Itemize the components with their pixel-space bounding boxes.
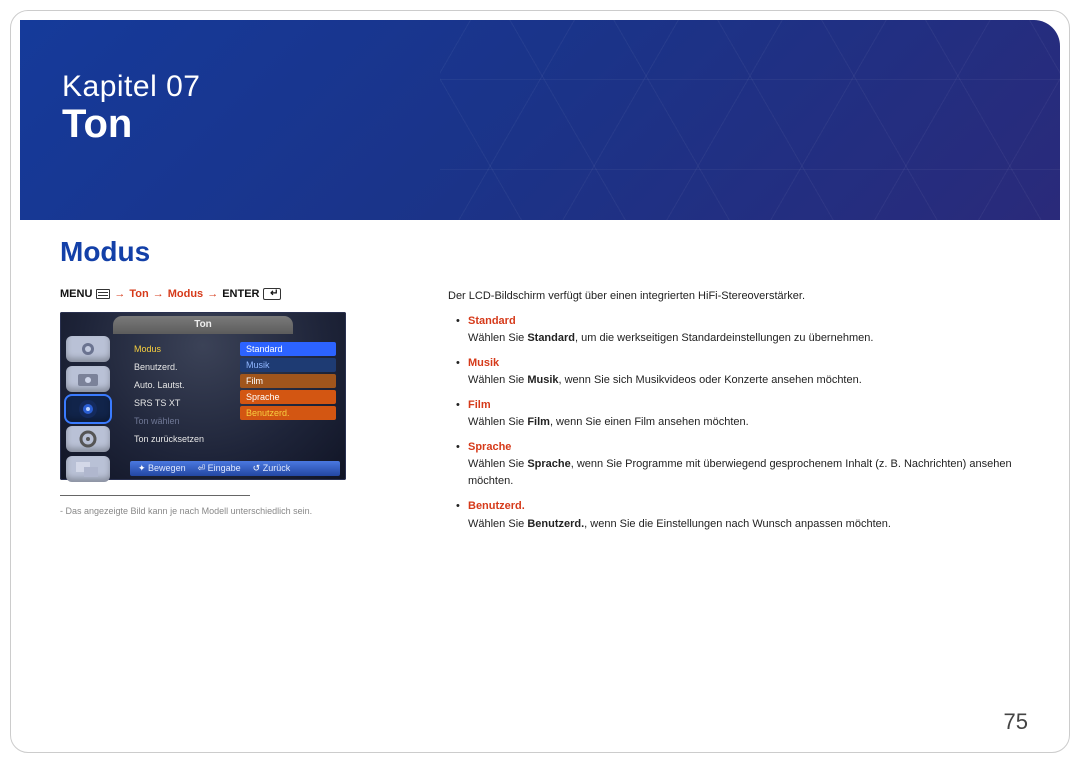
input-icon (66, 366, 110, 392)
item-label: Benutzerd. (468, 500, 525, 512)
osd-row-srs: SRS TS XT (130, 396, 234, 410)
chapter-number: Kapitel 07 (62, 70, 200, 104)
multi-icon (66, 456, 110, 482)
osd-value-list: Standard Musik Film Sprache Benutzerd. (240, 342, 336, 420)
item-musik: Musik Wählen Sie Musik, wenn Sie sich Mu… (448, 355, 1020, 389)
breadcrumb-arrow: → (207, 288, 218, 300)
item-body: Wählen Sie Film, wenn Sie einen Film ans… (468, 414, 1020, 431)
osd-val-benutzerd: Benutzerd. (240, 406, 336, 420)
osd-sidebar (66, 336, 118, 482)
content-column: Der LCD-Bildschirm verfügt über einen in… (448, 288, 1020, 541)
osd-row-tonwaehlen: Ton wählen (130, 414, 234, 428)
breadcrumb-arrow: → (114, 288, 125, 300)
footnote: - Das angezeigte Bild kann je nach Model… (60, 506, 360, 516)
item-benutzerd: Benutzerd. Wählen Sie Benutzerd., wenn S… (448, 498, 1020, 532)
hero-background-pattern (440, 20, 1060, 220)
item-label: Standard (468, 315, 516, 327)
osd-val-musik: Musik (240, 358, 336, 372)
item-sprache: Sprache Wählen Sie Sprache, wenn Sie Pro… (448, 439, 1020, 490)
breadcrumb-enter-label: ENTER (222, 288, 259, 300)
page-number: 75 (1004, 709, 1028, 735)
osd-screenshot: Ton Modus Benutzerd. Auto. Lautst. SRS T… (60, 312, 346, 480)
item-label: Film (468, 399, 491, 411)
sound-icon (66, 396, 110, 422)
picture-icon (66, 336, 110, 362)
osd-bottom-bar: ✦ Bewegen ⏎ Eingabe ↺ Zurück (130, 461, 340, 476)
item-standard: Standard Wählen Sie Standard, um die wer… (448, 313, 1020, 347)
osd-val-sprache: Sprache (240, 390, 336, 404)
footnote-rule (60, 495, 250, 496)
osd-row-tonzurueck: Ton zurücksetzen (130, 432, 234, 446)
item-label: Musik (468, 357, 499, 369)
item-body: Wählen Sie Sprache, wenn Sie Programme m… (468, 456, 1020, 490)
intro-paragraph: Der LCD-Bildschirm verfügt über einen in… (448, 288, 1020, 305)
breadcrumb-menu-label: MENU (60, 288, 92, 300)
item-label: Sprache (468, 441, 511, 453)
hero-text: Kapitel 07 Ton (62, 70, 200, 147)
osd-row-benutzerd: Benutzerd. (130, 360, 234, 374)
chapter-hero: Kapitel 07 Ton (20, 20, 1060, 220)
osd-menu-list: Modus Benutzerd. Auto. Lautst. SRS TS XT… (130, 342, 234, 446)
item-body: Wählen Sie Musik, wenn Sie sich Musikvid… (468, 372, 1020, 389)
menu-icon (96, 289, 110, 299)
osd-row-modus: Modus (130, 342, 234, 356)
osd-row-autolautst: Auto. Lautst. (130, 378, 234, 392)
item-body: Wählen Sie Benutzerd., wenn Sie die Eins… (468, 516, 1020, 533)
osd-enter-hint: ⏎ Eingabe (198, 461, 241, 476)
menu-path-breadcrumb: MENU → Ton → Modus → ENTER (60, 288, 281, 300)
osd-move-hint: ✦ Bewegen (138, 461, 186, 476)
breadcrumb-part-modus: Modus (168, 288, 203, 300)
osd-back-hint: ↺ Zurück (253, 461, 291, 476)
chapter-title: Ton (62, 102, 200, 147)
osd-val-standard: Standard (240, 342, 336, 356)
item-body: Wählen Sie Standard, um die werkseitigen… (468, 330, 1020, 347)
enter-icon (263, 288, 281, 300)
setup-icon (66, 426, 110, 452)
section-title: Modus (60, 236, 150, 268)
osd-title: Ton (113, 316, 293, 334)
breadcrumb-part-ton: Ton (129, 288, 148, 300)
item-film: Film Wählen Sie Film, wenn Sie einen Fil… (448, 397, 1020, 431)
breadcrumb-arrow: → (153, 288, 164, 300)
osd-val-film: Film (240, 374, 336, 388)
